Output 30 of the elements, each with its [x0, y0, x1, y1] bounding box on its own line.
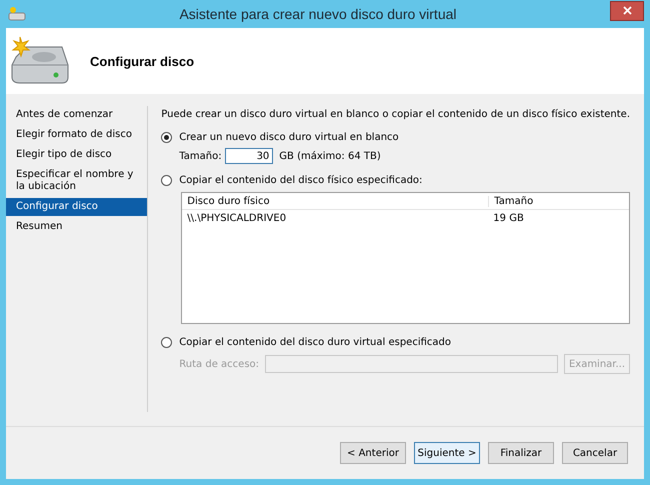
close-icon [622, 6, 632, 15]
table-cell-text: 19 GB [492, 212, 525, 224]
size-field[interactable]: 30 [225, 148, 274, 164]
option-label: Copiar el contenido del disco duro virtual especificado [179, 336, 451, 348]
option-label: Copiar el contenido del disco físico especificado: [179, 174, 422, 186]
wizard-button[interactable]: Cancelar [562, 442, 628, 464]
disk-icon [8, 7, 26, 21]
page-title: Configurar disco [90, 54, 194, 68]
sidebar-item[interactable]: Antes de comenzar [6, 106, 148, 124]
radio-button[interactable] [161, 174, 172, 186]
size-unit: GB (máximo: 64 TB) [279, 150, 381, 162]
sidebar-item[interactable]: Resumen [6, 218, 148, 236]
table-cell-text: \\.\PHYSICALDRIVE0 [186, 212, 288, 224]
intro-text: Puede crear un disco duro virtual en blanco o copiar el contenido de un disco físico existente. [161, 109, 630, 120]
sidebar-item[interactable]: Elegir tipo de disco [6, 146, 148, 164]
path-label: Ruta de acceso: [179, 358, 260, 370]
column-header[interactable]: Disco duro físico [182, 196, 490, 206]
radio-button[interactable] [161, 132, 172, 142]
sidebar-item[interactable]: Especificar el nombre y la ubicación [6, 166, 148, 196]
close-button[interactable] [610, 1, 644, 21]
wizard-button[interactable]: Siguiente > [414, 442, 480, 464]
wizard-button[interactable]: < Anterior [340, 442, 406, 464]
size-label: Tamaño: [179, 150, 220, 162]
option-label: Crear un nuevo disco duro virtual en blanco [179, 132, 399, 142]
column-header[interactable]: Tamaño [489, 196, 629, 206]
wizard-button[interactable]: Finalizar [488, 442, 554, 464]
sidebar-item[interactable]: Elegir formato de disco [6, 126, 148, 144]
window-title: Asistente para crear nuevo disco duro virtual [178, 6, 458, 22]
radio-button[interactable] [161, 336, 172, 348]
sidebar-item[interactable]: Configurar disco [6, 198, 148, 216]
